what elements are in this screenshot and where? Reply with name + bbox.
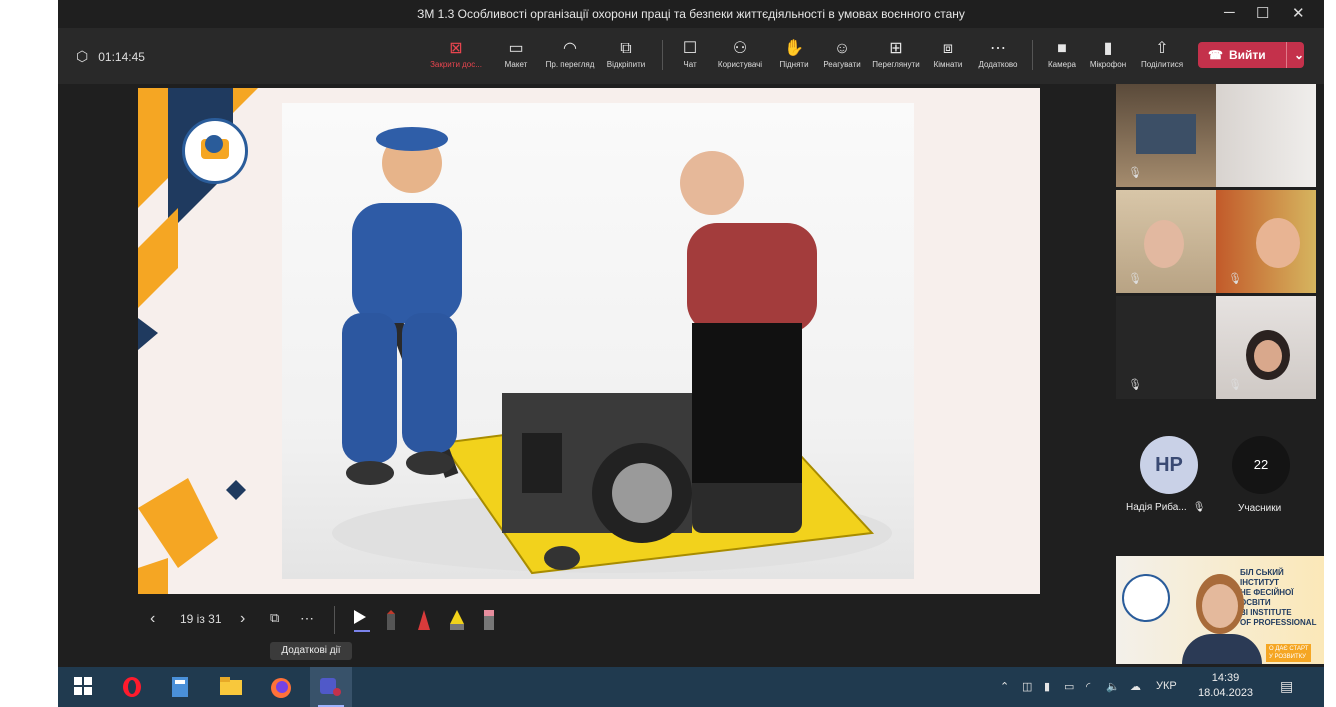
wifi-icon[interactable]: ◜ (1086, 680, 1090, 693)
volume-icon[interactable]: 🔈 (1106, 680, 1120, 693)
microphone-icon: ▮ (1103, 40, 1113, 57)
mic-muted-icon: 🎙 (1228, 379, 1242, 391)
mic-muted-icon: 🎙 (1228, 273, 1242, 285)
diamond-shape (226, 480, 246, 500)
microphone-button[interactable]: ▮ Мікрофон (1078, 38, 1138, 69)
shield-icon: ⬡ (76, 48, 89, 64)
meeting-timer: ⬡ 01:14:45 (76, 48, 145, 65)
video-illustration (332, 127, 892, 575)
language-indicator[interactable]: УКР (1156, 680, 1177, 692)
slide-video-frame[interactable] (282, 103, 914, 579)
preview-button[interactable]: ◠ Пр. перегляд (540, 38, 600, 69)
layout-button[interactable]: ▭ Макет (486, 38, 546, 69)
tray-microphone-icon[interactable]: ▮ (1044, 680, 1050, 693)
participant-video-tile[interactable] (1216, 84, 1316, 187)
slide-controls: ‹ 19 із 31 › ⧉ ⋯ (58, 600, 1098, 640)
participant-video-tile[interactable]: 🎙 (1216, 296, 1316, 399)
taskbar-clock[interactable]: 14:39 18.04.2023 (1198, 671, 1253, 701)
people-icon: ⚇ (732, 40, 748, 57)
more-actions-tooltip: Додаткові дії (270, 642, 352, 660)
corner-shape (138, 478, 218, 568)
close-icon[interactable]: ✕ (1292, 4, 1305, 22)
next-slide-icon[interactable]: › (240, 610, 245, 628)
participant-video-tile[interactable]: 🎙 (1216, 190, 1316, 293)
mic-muted-icon: 🎙 (1192, 502, 1206, 513)
corner-shape (138, 208, 178, 308)
tray-app-icon[interactable]: ◫ (1022, 680, 1032, 693)
x-box-icon: ⊠ (449, 40, 463, 57)
meeting-toolbar: ⬡ 01:14:45 ⊠ Закрити дос... ▭ Макет ◠ Пр… (58, 28, 1324, 84)
more-actions-icon[interactable]: ⋯ (300, 610, 314, 627)
timer-text: 01:14:45 (98, 49, 145, 64)
view-icon: ⊞ (889, 40, 903, 57)
windows-taskbar: ⌃ ◫ ▮ ▭ ◜ 🔈 ☁ УКР 14:39 18.04.2023 ▤ (58, 667, 1324, 707)
teams-icon (320, 678, 341, 696)
teams-taskbar-button[interactable] (310, 667, 352, 707)
windows-start-icon[interactable] (74, 677, 96, 697)
notifications-icon[interactable]: ▤ (1280, 678, 1293, 695)
mic-muted-icon: 🎙 (1128, 167, 1142, 179)
more-button[interactable]: ⋯ Додатково (968, 38, 1028, 69)
corner-shape (138, 558, 168, 594)
participants-count-label: Учасники (1238, 503, 1282, 514)
mic-muted-icon: 🎙 (1128, 273, 1142, 285)
participant-avatar[interactable]: НР (1140, 436, 1198, 494)
teams-meeting-window: ЗМ 1.3 Особливості організації охорони п… (58, 0, 1324, 707)
battery-icon[interactable]: ▭ (1064, 680, 1074, 693)
participant-video-tile[interactable]: 🎙 (1116, 296, 1216, 399)
participant-video-tile[interactable]: 🎙 (1116, 84, 1216, 187)
opera-icon[interactable] (122, 677, 144, 697)
leave-button[interactable]: ☎ Вийти ⌄ (1198, 42, 1304, 68)
previous-slide-icon[interactable]: ‹ (150, 610, 155, 628)
onedrive-icon[interactable]: ☁ (1130, 680, 1141, 693)
people-button[interactable]: ⚇ Користувачі (710, 38, 770, 69)
participant-name: Надія Риба... (1126, 502, 1187, 513)
firefox-icon[interactable] (270, 677, 292, 698)
title-bar: ЗМ 1.3 Особливості організації охорони п… (58, 0, 1324, 28)
react-button[interactable]: ☺ Реагувати (812, 38, 872, 69)
participants-count-circle[interactable]: 22 (1232, 436, 1290, 494)
preview-icon: ◠ (563, 40, 577, 57)
participant-video-tile[interactable]: 🎙 (1116, 190, 1216, 293)
corner-shape (138, 318, 158, 350)
leave-label: Вийти (1228, 48, 1266, 62)
smiley-icon: ☺ (833, 40, 851, 57)
clock-time: 14:39 (1211, 672, 1240, 684)
share-button[interactable]: ⇧ Поділитися (1132, 38, 1192, 69)
pen-red-icon[interactable] (418, 610, 430, 633)
institute-logo (1122, 574, 1170, 622)
mic-muted-icon: 🎙 (1128, 379, 1142, 391)
chevron-down-icon[interactable]: ⌄ (1285, 42, 1304, 68)
shared-presentation-slide (138, 88, 1040, 594)
share-icon: ⇧ (1155, 40, 1169, 57)
stop-sharing-button[interactable]: ⊠ Закрити дос... (426, 38, 486, 69)
slide-counter: 19 із 31 (180, 612, 222, 626)
institute-logo (182, 118, 248, 184)
maximize-icon[interactable]: ☐ (1256, 4, 1269, 22)
file-explorer-icon[interactable] (220, 677, 242, 697)
calculator-icon[interactable] (172, 677, 194, 697)
eraser-icon[interactable] (484, 610, 494, 633)
window-title: ЗМ 1.3 Особливості організації охорони п… (417, 7, 965, 21)
popout-icon: ⧉ (620, 40, 632, 57)
pen-black-icon[interactable] (386, 610, 396, 633)
popout-button[interactable]: ⧉ Відкріпити (596, 38, 656, 69)
highlighter-icon[interactable] (450, 610, 464, 633)
clock-date: 18.04.2023 (1198, 687, 1254, 699)
pointer-tool-icon[interactable] (354, 610, 370, 632)
more-icon: ⋯ (990, 40, 1006, 57)
slide-controls-divider (334, 606, 335, 634)
grid-view-icon[interactable]: ⧉ (270, 610, 279, 626)
tray-overflow-icon[interactable]: ⌃ (1000, 680, 1009, 693)
minimize-icon[interactable]: ─ (1224, 4, 1235, 21)
layout-icon: ▭ (508, 40, 524, 57)
presenter-video-tile[interactable]: БІЛ СЬКИЙ ІНСТИТУТ НЕ ФЕСІЙНОЇ ОСВІТИ BI… (1116, 556, 1324, 664)
view-button[interactable]: ⊞ Переглянути (866, 38, 926, 69)
phone-hangup-icon: ☎ (1208, 48, 1223, 62)
participant-name-row: Надія Риба... 🎙 (1126, 502, 1205, 513)
